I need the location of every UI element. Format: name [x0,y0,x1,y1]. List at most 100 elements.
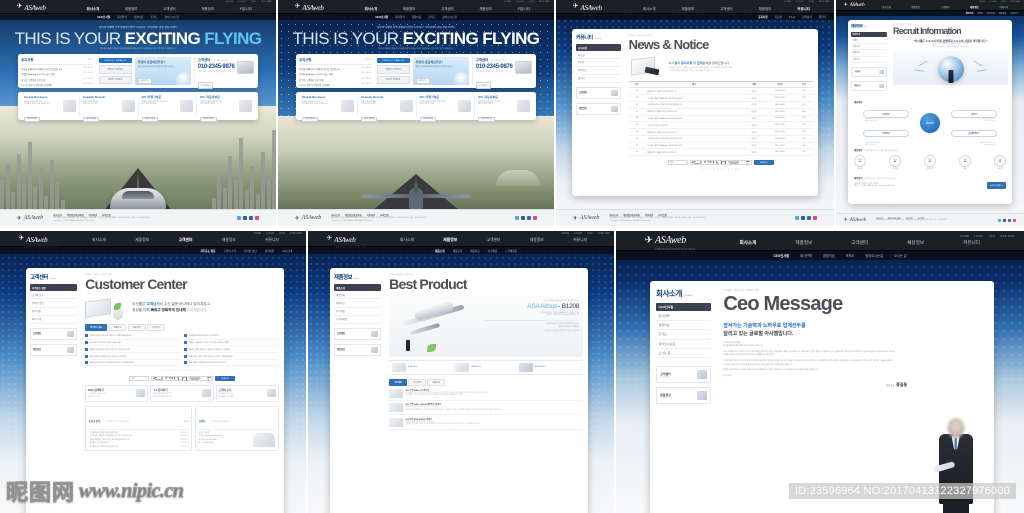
quick-more-button[interactable]: VIEW MORE [200,116,217,122]
util-sitemap[interactable]: SITE MAP [539,1,550,3]
util-login[interactable]: LOGIN [266,232,274,235]
banner-customer-center[interactable]: 고객센터 Customer [656,366,712,384]
gnb-item-community[interactable]: 커뮤니티 [265,238,279,243]
core-bubble[interactable]: 도전정신 [863,110,909,118]
sub-nav[interactable]: CEO인사말 회사연혁 경영이념 조직도 찾아오시는길 [278,14,554,20]
lnb-item[interactable]: 경영이념 › [656,321,712,331]
subnav-item-4[interactable]: 갤러리 [819,15,826,19]
banner-product-info[interactable]: 제품정보 Product [334,343,382,356]
subnav-item-2[interactable]: 경영이념 [134,15,144,19]
gnb-item-recruit[interactable]: 채용정보 [907,240,924,246]
faq-item[interactable]: 제품을 사용중인데 고장이 났습니다. 어떻게 하나요? [85,347,181,354]
util-home[interactable]: HOME [784,1,791,3]
gnb-item-company[interactable]: 회사소개 [882,5,891,9]
util-join[interactable]: JOIN [529,1,534,3]
tab-etc[interactable]: 기타질문 [147,323,165,332]
lnb-item[interactable]: 온라인 상담 › [30,299,78,308]
product-row[interactable]: R/C 무선 ASA - F1 자동차 최고출력과 최고 주행 성능을 자랑하는 … [389,388,583,401]
pagination[interactable]: « 1 2 3 4 5 6 7 8 9 10 » [629,169,813,171]
carousel-next-icon[interactable]: › [582,365,583,369]
banner-product-info[interactable]: 제품정보 Product [656,387,712,405]
subnav-item-1[interactable]: 고객의 소리 [223,249,236,253]
lnb-item[interactable]: 회사연혁 › [656,311,712,321]
notice-item[interactable]: 설 연휴 고객센터 휴무 안내 2017-03-28 [299,78,371,82]
faq-item[interactable]: A/S기간이 지났는데 수리가 가능한가요? [85,341,181,347]
utility-nav[interactable]: HOME LOGIN JOIN SITE MAP [960,234,1014,238]
quick-item[interactable]: R/C 비행기부문 정밀한 설계와 뛰어난 비행성능의 R/C 비행기 라인업.… [417,95,476,122]
table-row[interactable]: 06 아사웹 신제품 'ASA Airbus B1208' 출시안내 홍길동 2017… [628,115,813,123]
gnb-item-recruit[interactable]: 채용정보 [479,6,491,11]
util-join[interactable]: JOIN [988,234,995,238]
gnb-item-customer[interactable]: 고객센터 [179,238,193,243]
catalog-download-button[interactable]: 카탈로그 다운로드 [98,65,132,74]
blog-icon[interactable] [1008,218,1012,222]
util-join[interactable]: JOIN [587,232,593,235]
search-select[interactable]: 제목 ▾ [667,160,688,166]
subnav-item-2[interactable]: 복리후생 [987,12,995,15]
left-nav[interactable]: 제품정보 Product 제품소개 › 제품문의 › 제품비교 › 인기제품 › + 전체… [330,268,384,513]
global-nav[interactable]: 회사소개 제품정보 고객센터 채용정보 커뮤니티 [352,6,543,11]
quick-more-button[interactable]: VIEW MORE [141,116,158,122]
twitter-icon[interactable] [795,216,800,220]
core-bubble[interactable]: 신뢰정신 [863,130,909,138]
product-list[interactable]: R/C 무선 ASA - F1 자동차 최고출력과 최고 주행 성능을 자랑하는 … [389,388,583,430]
sub-nav[interactable]: 공지사항 자료실 F.A.Q 문의하기 갤러리 [556,14,834,20]
gnb-item-company[interactable]: 회사소개 [739,240,756,246]
util-login[interactable]: LOGIN [796,1,803,3]
left-nav[interactable]: 고객센터 Customer 자주묻는 질문 › 고객의 소리 › 온라인 상담 › 원격… [26,268,80,513]
util-home[interactable]: HOME [960,234,969,238]
sub-nav[interactable]: CEO인사말 회사연혁 경영이념 조직도 찾아오시는길 오시는 길 [616,251,1024,260]
gnb-item-customer[interactable]: 고객센터 [163,6,175,11]
cta-link[interactable]: 바로가기 > [415,77,430,84]
panel-customer-center[interactable]: HOME LOGIN JOIN SITE MAP ✈ ASAweb CREATI… [0,231,306,513]
tab-inquiry[interactable]: 제품문의 [427,378,446,387]
subnav-item-5[interactable]: 오시는 길 [894,253,907,258]
search-button[interactable]: SEARCH [215,376,236,382]
gnb-item-company[interactable]: 회사소개 [400,238,414,243]
faq-item[interactable]: 주문한 상품을 취소하고 싶습니다. 변경도 가능한가요? [184,347,279,354]
lnb-item[interactable]: A/S 안내 › [30,316,78,324]
subnav-item-1[interactable]: 회사연혁 [395,15,405,19]
lnb-item[interactable]: 문의하기 › [576,67,621,75]
util-sitemap[interactable]: SITE MAP [261,1,272,3]
site-logo[interactable]: ✈ ASAweb CREATIVE DESIGN STUDIO [645,231,696,251]
sub-nav[interactable]: 자주묻는 질문 고객의 소리 온라인 상담 원격지원 A/S 안내 [0,247,306,254]
carousel-item[interactable]: ASA-P001 [455,362,516,372]
utility-nav[interactable]: HOME LOGIN JOIN SITE MAP [254,232,302,235]
global-nav[interactable]: 회사소개 제품정보 고객센터 채용정보 커뮤니티 [77,238,293,243]
gnb-item-product[interactable]: 제품정보 [795,240,812,246]
utility-nav[interactable]: HOME LOGIN JOIN SITE MAP [504,1,550,3]
util-sitemap[interactable]: SITE MAP [598,232,610,235]
subnav-item-4[interactable]: + 전체제품 [505,249,517,253]
subnav-item-0[interactable]: 자주묻는 질문 [200,249,215,253]
cta-block[interactable]: 무엇이 궁금하신가요? 제품 상담부터 A/S까지 친절하게 안내해 드립니다.… [134,57,191,85]
subnav-item-3[interactable]: 원격지원 [265,249,275,253]
shortcut-inquiry[interactable]: 1:1 문의하기 직접 문의하시면 담당자가 신속하게 답변해 드립니다. [150,385,214,402]
site-logo[interactable]: ✈ ASAweb CREATIVE DESIGN STUDIO [18,231,59,249]
faq-item[interactable]: 아사웹의 오프라인 매장은 어디인가요? [184,334,279,340]
subnav-item-2[interactable]: F.A.Q [789,16,796,19]
table-row[interactable]: 07 홈페이지가 새롭게 리뉴얼 되었습니다. 홍길동 2017-03-31 164 [628,108,813,116]
table-row[interactable]: 08 고객지원 서비스 전화 번호가 변경되었습니다. 홍길동 2017-04-05 1… [628,101,813,109]
gnb-item-customer[interactable]: 고객센터 [720,6,732,11]
gnb-item-customer[interactable]: 고객센터 [941,5,950,9]
lnb-item[interactable]: 자료실 › [576,51,621,60]
box-more-link[interactable]: + MORE [182,422,188,423]
quick-item[interactable]: Global Business 글로벌 시장을 선도하는 아사웹의 비즈니스를 … [299,95,358,122]
footer-logo[interactable]: ✈ ASAweb [17,215,44,222]
subnav-item-2[interactable]: 경영이념 [823,253,835,258]
catalog-download-button[interactable]: 카탈로그 다운로드 [376,65,410,74]
subnav-item-4[interactable]: 지원하기 [1010,12,1018,15]
gnb-item-product[interactable]: 제품정보 [911,5,920,9]
util-sitemap[interactable]: SITE MAP [1011,1,1020,3]
contact-inquiry-button[interactable]: 1:1 문의하기 [197,82,214,89]
twitter-icon[interactable] [237,216,242,220]
util-join[interactable]: JOIN [279,232,285,235]
gnb-item-recruit[interactable]: 채용정보 [530,238,544,243]
online-quote-button[interactable]: 온라인 견적문의 [376,75,410,84]
catalog-badge[interactable]: PRODUCT CATALOG [376,58,410,64]
subnav-item-0[interactable]: 제품소개 [435,249,445,253]
panel-ceo-message[interactable]: HOME LOGIN JOIN SITE MAP ✈ ASAweb CREATI… [616,231,1024,513]
recruit-apply-button[interactable]: 온라인 지원하기 › [986,182,1006,189]
util-sitemap[interactable]: SITE MAP [290,232,302,235]
